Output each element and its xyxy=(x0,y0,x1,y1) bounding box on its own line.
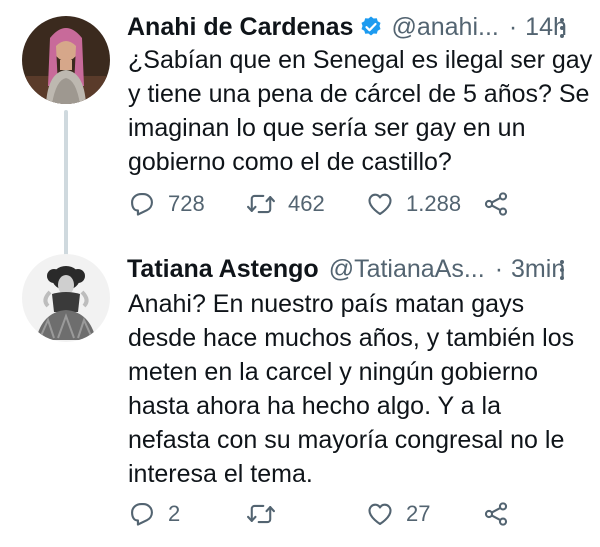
display-name[interactable]: Anahi de Cardenas xyxy=(127,13,353,42)
tweet-text: ¿Sabían que en Senegal es ilegal ser gay… xyxy=(128,43,593,179)
tweet-text-line: desde hace muchos años, y también los xyxy=(128,324,575,352)
tweet-actions: 728 462 1.288 xyxy=(128,187,528,221)
tweet-text-line: meten en la carcel y ningún gobierno xyxy=(128,358,538,386)
share-button[interactable] xyxy=(482,187,510,221)
tweet-text-line: interesa el tema. xyxy=(128,460,313,488)
retweet-count: 462 xyxy=(288,191,325,216)
tweet-text: Anahi? En nuestro país matan gays desde … xyxy=(128,287,586,491)
reply-count: 728 xyxy=(168,191,205,216)
like-count: 1.288 xyxy=(406,191,462,216)
retweet-button[interactable]: 462 xyxy=(246,187,325,221)
more-icon[interactable] xyxy=(550,258,574,282)
reply-icon xyxy=(128,190,156,218)
avatar-tatiana[interactable] xyxy=(22,254,110,342)
like-button[interactable]: 1.288 xyxy=(366,187,461,221)
thread-line xyxy=(64,110,68,256)
tweet-header: Tatiana Astengo @TatianaAs... · 3min xyxy=(127,254,588,284)
like-count: 27 xyxy=(406,501,431,526)
retweet-icon xyxy=(246,190,276,218)
display-name[interactable]: Tatiana Astengo xyxy=(127,255,319,284)
tweet-text-line: hasta ahora ha hecho algo. Y a la xyxy=(128,392,501,420)
separator-dot: · xyxy=(508,12,518,41)
tweet-text-line: gobierno como el de castillo? xyxy=(128,148,452,176)
tweet-text-line: imaginan lo que sería ser gay en un xyxy=(128,114,526,142)
more-icon[interactable] xyxy=(550,16,574,40)
retweet-icon xyxy=(246,500,276,528)
share-icon xyxy=(482,190,510,218)
reply-icon xyxy=(128,500,156,528)
like-button[interactable]: 27 xyxy=(366,497,430,531)
reply-count: 2 xyxy=(168,501,181,526)
tweet-text-line: nefasta con su mayoría congresal no le xyxy=(128,426,565,454)
share-icon xyxy=(482,500,510,528)
handle[interactable]: @TatianaAs... xyxy=(329,255,485,284)
tweet-text-line: y tiene una pena de cárcel de 5 años? Se xyxy=(128,80,590,108)
reply-button[interactable]: 2 xyxy=(128,497,180,531)
tweet-tatiana[interactable]: Tatiana Astengo @TatianaAs... · 3min Ana… xyxy=(0,240,600,547)
handle[interactable]: @anahi... xyxy=(391,13,498,42)
avatar-anahi[interactable] xyxy=(22,16,110,104)
retweet-button[interactable] xyxy=(246,497,288,531)
like-icon xyxy=(366,190,394,218)
like-icon xyxy=(366,500,394,528)
tweet-text-line: ¿Sabían que en Senegal es ilegal ser gay xyxy=(128,46,593,74)
reply-button[interactable]: 728 xyxy=(128,187,205,221)
tweet-header: Anahi de Cardenas @anahi... · 14h xyxy=(127,12,588,42)
share-button[interactable] xyxy=(482,497,510,531)
verified-badge-icon xyxy=(359,15,383,39)
separator-dot: · xyxy=(494,254,504,283)
tweet-actions: 2 27 xyxy=(128,497,528,531)
tweet-anahi[interactable]: Anahi de Cardenas @anahi... · 14h ¿Sabía… xyxy=(0,0,600,256)
tweet-text-line: Anahi? En nuestro país matan gays xyxy=(128,290,525,318)
